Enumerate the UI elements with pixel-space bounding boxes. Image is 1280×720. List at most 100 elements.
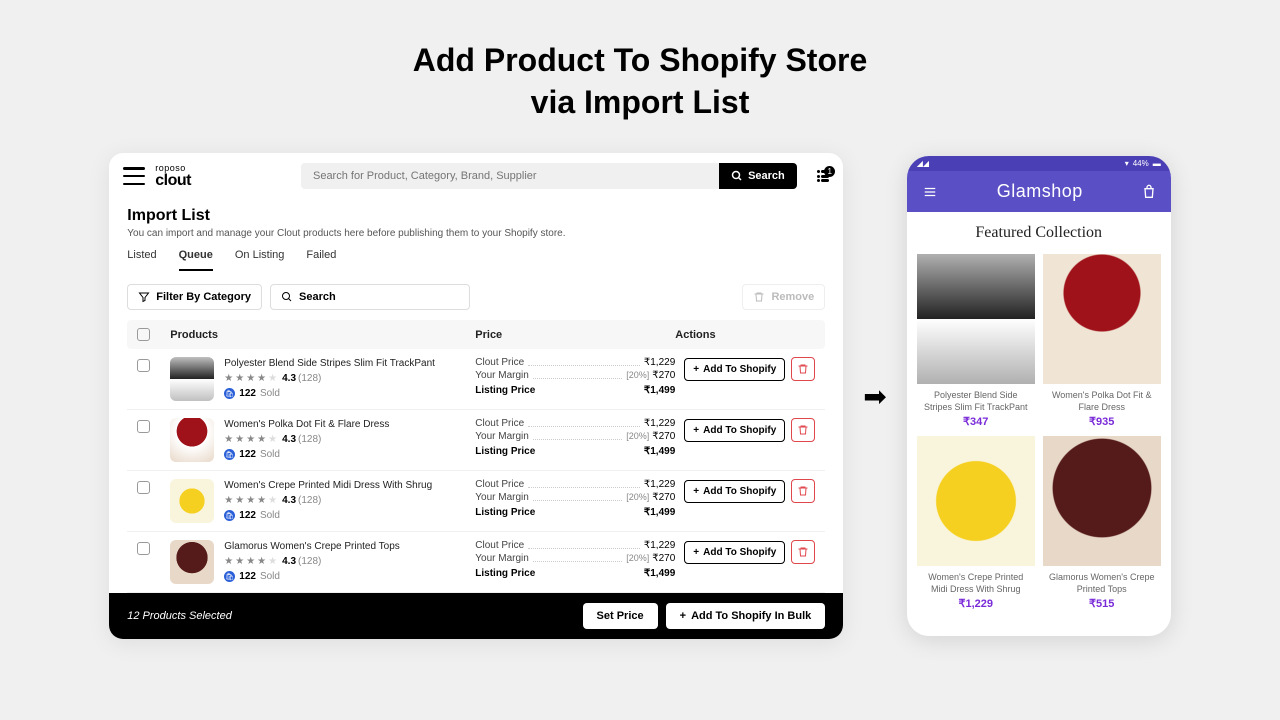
card-price: ₹1,229 [958, 597, 993, 610]
add-to-shopify-button[interactable]: +Add To Shopify [684, 358, 785, 381]
card-price: ₹515 [1089, 597, 1114, 610]
search-icon [281, 291, 293, 303]
margin-label: Your Margin [475, 553, 529, 564]
clout-price-value: ₹1,229 [644, 357, 675, 368]
add-to-shopify-button[interactable]: +Add To Shopify [684, 541, 785, 564]
margin-label: Your Margin [475, 492, 529, 503]
card-price: ₹347 [963, 415, 988, 428]
rating: ★★★★★4.3(128) [224, 556, 475, 567]
search-icon [731, 170, 743, 182]
selected-count: 12 Products Selected [127, 610, 574, 622]
delete-button[interactable] [791, 357, 815, 381]
arrow-icon: ➡ [863, 380, 886, 413]
card-title: Polyester Blend Side Stripes Slim Fit Tr… [917, 390, 1035, 412]
wifi-icon: ▾ [1125, 159, 1129, 168]
hamburger-icon[interactable] [123, 167, 145, 185]
margin-label: Your Margin [475, 370, 529, 381]
trash-icon [797, 363, 809, 375]
product-card[interactable]: Women's Polka Dot Fit & Flare Dress ₹935 [1043, 254, 1161, 428]
margin-value: ₹270 [652, 370, 675, 381]
listing-price-label: Listing Price [475, 507, 535, 518]
product-name: Women's Crepe Printed Midi Dress With Sh… [224, 479, 475, 492]
listing-price-value: ₹1,499 [644, 385, 675, 396]
table-row: Polyester Blend Side Stripes Slim Fit Tr… [127, 349, 825, 410]
search-button[interactable]: Search [719, 163, 797, 189]
table-header: Products Price Actions [127, 320, 825, 349]
card-title: Women's Crepe Printed Midi Dress With Sh… [917, 572, 1035, 594]
sold-count: 🛍122Sold [224, 449, 475, 460]
table-row: Glamorus Women's Crepe Printed Tops ★★★★… [127, 532, 825, 593]
trash-icon [797, 485, 809, 497]
row-checkbox[interactable] [137, 481, 150, 494]
add-to-shopify-button[interactable]: +Add To Shopify [684, 480, 785, 503]
delete-button[interactable] [791, 479, 815, 503]
cart-icon: 🛍 [224, 449, 235, 460]
clout-price-label: Clout Price [475, 479, 524, 490]
product-thumbnail [170, 540, 214, 584]
listing-price-label: Listing Price [475, 446, 535, 457]
product-name: Women's Polka Dot Fit & Flare Dress [224, 418, 475, 431]
phone-preview: ◢◢ ▾44%▬ Glamshop Featured Collection Po… [907, 156, 1171, 636]
table-row: Women's Polka Dot Fit & Flare Dress ★★★★… [127, 410, 825, 471]
trash-icon [797, 424, 809, 436]
bag-icon[interactable] [1141, 184, 1157, 200]
rating: ★★★★★4.3(128) [224, 434, 475, 445]
page-subtitle: You can import and manage your Clout pro… [127, 228, 825, 239]
product-name: Polyester Blend Side Stripes Slim Fit Tr… [224, 357, 475, 370]
clout-price-label: Clout Price [475, 540, 524, 551]
sold-count: 🛍122Sold [224, 571, 475, 582]
card-image [1043, 436, 1161, 566]
menu-list-icon[interactable]: 1 [817, 170, 830, 182]
app-menu-icon[interactable] [921, 185, 939, 199]
filter-icon [138, 291, 150, 303]
clout-price-label: Clout Price [475, 357, 524, 368]
product-thumbnail [170, 479, 214, 523]
filter-button[interactable]: Filter By Category [127, 284, 262, 310]
device-statusbar: ◢◢ ▾44%▬ [907, 156, 1171, 171]
product-card[interactable]: Glamorus Women's Crepe Printed Tops ₹515 [1043, 436, 1161, 610]
product-thumbnail [170, 357, 214, 401]
card-image [917, 254, 1035, 384]
tab-failed[interactable]: Failed [306, 249, 336, 271]
col-products: Products [170, 329, 475, 341]
rating: ★★★★★4.3(128) [224, 495, 475, 506]
trash-icon [753, 291, 765, 303]
page-title: Import List [127, 207, 825, 225]
product-card[interactable]: Women's Crepe Printed Midi Dress With Sh… [917, 436, 1035, 610]
margin-label: Your Margin [475, 431, 529, 442]
delete-button[interactable] [791, 418, 815, 442]
list-search[interactable]: Search [270, 284, 470, 310]
listing-price-label: Listing Price [475, 568, 535, 579]
tab-onlisting[interactable]: On Listing [235, 249, 285, 271]
col-actions: Actions [675, 329, 815, 341]
remove-button[interactable]: Remove [742, 284, 825, 310]
search-input[interactable] [301, 163, 719, 189]
row-checkbox[interactable] [137, 542, 150, 555]
sold-count: 🛍122Sold [224, 510, 475, 521]
main-heading: Add Product To Shopify Storevia Import L… [0, 0, 1280, 153]
add-to-shopify-button[interactable]: +Add To Shopify [684, 419, 785, 442]
product-card[interactable]: Polyester Blend Side Stripes Slim Fit Tr… [917, 254, 1035, 428]
row-checkbox[interactable] [137, 420, 150, 433]
app-brand: Glamshop [939, 181, 1141, 202]
add-bulk-button[interactable]: +Add To Shopify In Bulk [666, 603, 826, 629]
row-checkbox[interactable] [137, 359, 150, 372]
margin-value: ₹270 [652, 431, 675, 442]
card-title: Women's Polka Dot Fit & Flare Dress [1043, 390, 1161, 412]
tablist: Listed Queue On Listing Failed [127, 249, 825, 272]
battery-icon: ▬ [1153, 159, 1161, 168]
tab-listed[interactable]: Listed [127, 249, 156, 271]
tab-queue[interactable]: Queue [179, 249, 213, 271]
select-all-checkbox[interactable] [137, 328, 150, 341]
product-thumbnail [170, 418, 214, 462]
delete-button[interactable] [791, 540, 815, 564]
rating: ★★★★★4.3(128) [224, 373, 475, 384]
clout-price-label: Clout Price [475, 418, 524, 429]
logo: roposoclout [155, 164, 191, 189]
product-name: Glamorus Women's Crepe Printed Tops [224, 540, 475, 553]
col-price: Price [475, 329, 675, 341]
margin-value: ₹270 [652, 553, 675, 564]
margin-value: ₹270 [652, 492, 675, 503]
table-row: Women's Crepe Printed Midi Dress With Sh… [127, 471, 825, 532]
set-price-button[interactable]: Set Price [583, 603, 658, 629]
